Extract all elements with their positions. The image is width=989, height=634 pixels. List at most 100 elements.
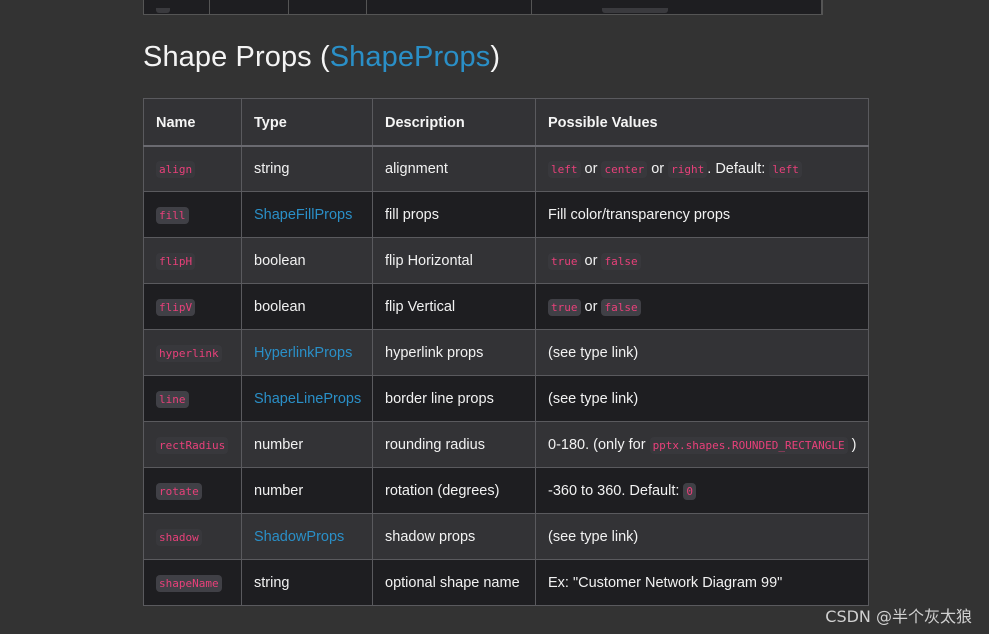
prop-type: number: [254, 482, 304, 499]
prop-name-cell: rotate: [143, 467, 242, 514]
prop-name: flipH: [156, 252, 196, 270]
value-text: or: [580, 252, 602, 269]
prop-values-cell: true or false: [535, 283, 869, 330]
table-row: fill ShapeFillProps fill props Fill color/t…: [143, 191, 869, 238]
prop-name: rotate: [156, 482, 202, 500]
prop-name-cell: hyperlink: [143, 329, 242, 376]
table-row: flipH boolean flip Horizontal true or false: [143, 237, 869, 284]
prop-values-cell: (see type link): [535, 329, 869, 376]
prop-description: alignment: [372, 145, 536, 192]
prop-description: shadow props: [372, 513, 536, 560]
value-text: (see type link): [548, 344, 639, 361]
value-code: left: [548, 160, 581, 178]
prop-type-cell: ShapeFillProps: [241, 191, 373, 238]
prop-type-cell: number: [241, 467, 373, 514]
prop-type: number: [254, 436, 304, 453]
prop-name: shapeName: [156, 574, 222, 592]
prop-name: fill: [156, 206, 189, 224]
prop-name: align: [156, 160, 196, 178]
prop-values-cell: -360 to 360. Default: 0: [535, 467, 869, 514]
type-link[interactable]: ShapeFillProps: [254, 207, 352, 223]
prop-description: fill props: [372, 191, 536, 238]
prop-description: border line props: [372, 375, 536, 422]
previous-table-remnant: [143, 0, 823, 15]
table-row: flipV boolean flip Vertical true or false: [143, 283, 869, 330]
prev-table-cell: [144, 0, 210, 14]
value-code: 0: [683, 482, 697, 500]
column-header-name: Name: [143, 98, 242, 147]
column-header-description: Description: [372, 98, 536, 147]
prop-type: string: [254, 160, 290, 177]
value-text: ): [847, 436, 857, 453]
prop-values-cell: (see type link): [535, 513, 869, 560]
prop-name: hyperlink: [156, 344, 222, 362]
column-header-type: Type: [241, 98, 373, 147]
prop-name-cell: flipV: [143, 283, 242, 330]
value-text: (see type link): [548, 390, 639, 407]
prop-type: string: [254, 574, 290, 591]
prop-name: shadow: [156, 528, 202, 546]
prop-type-cell: string: [241, 145, 373, 192]
prop-description: optional shape name: [372, 559, 536, 606]
column-header-possible-values: Possible Values: [535, 98, 869, 147]
prop-name: rectRadius: [156, 436, 229, 454]
prop-values-cell: true or false: [535, 237, 869, 284]
table-row: hyperlink HyperlinkProps hyperlink props (s…: [143, 329, 869, 376]
value-text: (see type link): [548, 528, 639, 545]
table-row: align string alignment left or center or ri…: [143, 145, 869, 192]
watermark: CSDN @半个灰太狼: [825, 607, 972, 626]
prop-name-cell: rectRadius: [143, 421, 242, 468]
prop-description: flip Vertical: [372, 283, 536, 330]
table-row: shadow ShadowProps shadow props (see type l…: [143, 513, 869, 560]
prop-type-cell: boolean: [241, 283, 373, 330]
prop-type-cell: HyperlinkProps: [241, 329, 373, 376]
table-header-row: Name Type Description Possible Values: [143, 98, 869, 147]
prop-name-cell: shapeName: [143, 559, 242, 606]
value-code: pptx.shapes.ROUNDED_RECTANGLE: [649, 436, 848, 454]
value-code: true: [548, 252, 581, 270]
value-text: or: [580, 298, 602, 315]
prop-description: hyperlink props: [372, 329, 536, 376]
prop-type-cell: ShapeLineProps: [241, 375, 373, 422]
value-code: true: [548, 298, 581, 316]
prev-table-cell: [532, 0, 822, 14]
value-text: or: [647, 160, 669, 177]
type-link[interactable]: HyperlinkProps: [254, 345, 352, 361]
prop-name-cell: shadow: [143, 513, 242, 560]
section-heading: Shape Props (ShapeProps): [143, 41, 500, 74]
prop-type: boolean: [254, 252, 306, 269]
prop-values-cell: left or center or right. Default: left: [535, 145, 869, 192]
prev-table-cell: [289, 0, 367, 14]
value-text: Fill color/transparency props: [548, 206, 731, 223]
shapeprops-link[interactable]: ShapeProps: [330, 41, 491, 73]
value-code: false: [601, 252, 641, 270]
value-text: -360 to 360. Default:: [548, 482, 684, 499]
prop-description: flip Horizontal: [372, 237, 536, 284]
value-code: left: [769, 160, 802, 178]
prop-name: flipV: [156, 298, 196, 316]
table-body: align string alignment left or center or ri…: [143, 145, 869, 606]
prop-type-cell: string: [241, 559, 373, 606]
heading-paren-close: ): [490, 41, 501, 73]
value-text: . Default:: [707, 160, 770, 177]
prop-name: line: [156, 390, 189, 408]
shape-props-table: Name Type Description Possible Values al…: [143, 98, 869, 606]
prop-values-cell: 0-180. (only for pptx.shapes.ROUNDED_REC…: [535, 421, 869, 468]
section-title: Shape Props: [143, 41, 312, 73]
prop-values-cell: Ex: "Customer Network Diagram 99": [535, 559, 869, 606]
prop-name-cell: line: [143, 375, 242, 422]
table-row: line ShapeLineProps border line props (see …: [143, 375, 869, 422]
value-text: 0-180. (only for: [548, 436, 650, 453]
value-code: center: [601, 160, 648, 178]
prop-description: rounding radius: [372, 421, 536, 468]
value-text: Ex: "Customer Network Diagram 99": [548, 574, 783, 591]
prop-type-cell: number: [241, 421, 373, 468]
table-row: shapeName string optional shape name Ex: "C…: [143, 559, 869, 606]
table-row: rotate number rotation (degrees) -360 to 36…: [143, 467, 869, 514]
prop-type: boolean: [254, 298, 306, 315]
type-link[interactable]: ShadowProps: [254, 529, 344, 545]
prop-type-cell: boolean: [241, 237, 373, 284]
value-code: false: [601, 298, 641, 316]
prop-type-cell: ShadowProps: [241, 513, 373, 560]
type-link[interactable]: ShapeLineProps: [254, 391, 361, 407]
